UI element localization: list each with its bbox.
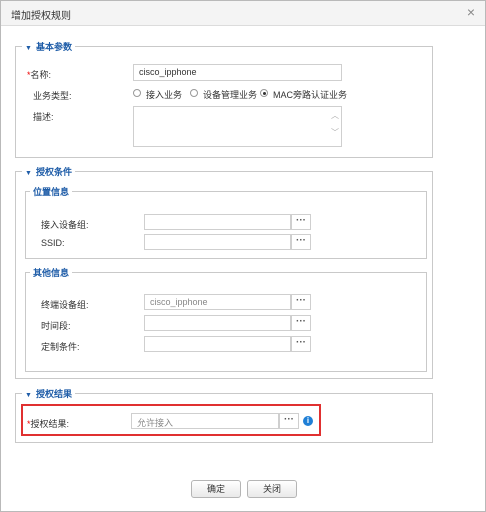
custom-condition-browse-button[interactable]: ··· [291, 336, 311, 352]
close-icon[interactable]: × [467, 4, 475, 20]
conditions-legend[interactable]: ▼ 授权条件 [22, 165, 75, 178]
time-period-input[interactable] [144, 315, 291, 331]
time-period-browse-button[interactable]: ··· [291, 315, 311, 331]
collapse-triangle-icon: ▼ [25, 45, 32, 52]
time-period-label: 时间段: [41, 321, 71, 331]
location-info-legend: 位置信息 [33, 187, 70, 197]
ssid-label: SSID: [41, 238, 65, 248]
description-textarea[interactable]: ︿ ﹀ [133, 106, 342, 147]
business-type-label: 业务类型: [33, 91, 72, 101]
collapse-triangle-icon: ▼ [25, 392, 32, 399]
name-label: *名称: [27, 70, 52, 80]
result-label: *授权结果: [27, 419, 70, 429]
dialog-titlebar: 增加授权规则 × [1, 1, 485, 26]
name-input[interactable]: cisco_ipphone [133, 64, 342, 81]
dialog-title: 增加授权规则 [11, 11, 71, 22]
collapse-triangle-icon: ▼ [25, 170, 32, 177]
other-info-legend: 其他信息 [33, 268, 70, 278]
ssid-browse-button[interactable]: ··· [291, 234, 311, 250]
access-device-group-browse-button[interactable]: ··· [291, 214, 311, 230]
result-browse-button[interactable]: ··· [279, 413, 299, 429]
radio-device-management[interactable] [190, 89, 198, 97]
close-button[interactable]: 关闭 [247, 480, 297, 498]
ssid-input[interactable] [144, 234, 291, 250]
ok-button[interactable]: 确定 [191, 480, 241, 498]
terminal-device-group-label: 终端设备组: [41, 300, 89, 310]
description-label: 描述: [33, 112, 54, 122]
info-icon[interactable]: i [303, 416, 313, 426]
custom-condition-label: 定制条件: [41, 342, 80, 352]
radio-mac-bypass[interactable] [260, 89, 268, 97]
add-authorization-rule-dialog: 增加授权规则 × ▼ 基本参数 *名称: cisco_ipphone 业务类型: … [0, 0, 486, 512]
result-input[interactable]: 允许接入 [131, 413, 279, 429]
radio-access-business[interactable] [133, 89, 141, 97]
result-legend[interactable]: ▼ 授权结果 [22, 387, 75, 400]
option-device-management[interactable]: 设备管理业务 [203, 88, 257, 101]
basic-params-legend[interactable]: ▼ 基本参数 [22, 40, 75, 53]
option-access-business[interactable]: 接入业务 [146, 88, 182, 101]
scroll-up-icon[interactable]: ︿ [331, 110, 339, 121]
access-device-group-label: 接入设备组: [41, 220, 89, 230]
access-device-group-input[interactable] [144, 214, 291, 230]
custom-condition-input[interactable] [144, 336, 291, 352]
terminal-device-group-input[interactable]: cisco_ipphone [144, 294, 291, 310]
option-mac-bypass[interactable]: MAC旁路认证业务 [273, 88, 347, 101]
scroll-down-icon[interactable]: ﹀ [331, 127, 339, 138]
terminal-device-group-browse-button[interactable]: ··· [291, 294, 311, 310]
